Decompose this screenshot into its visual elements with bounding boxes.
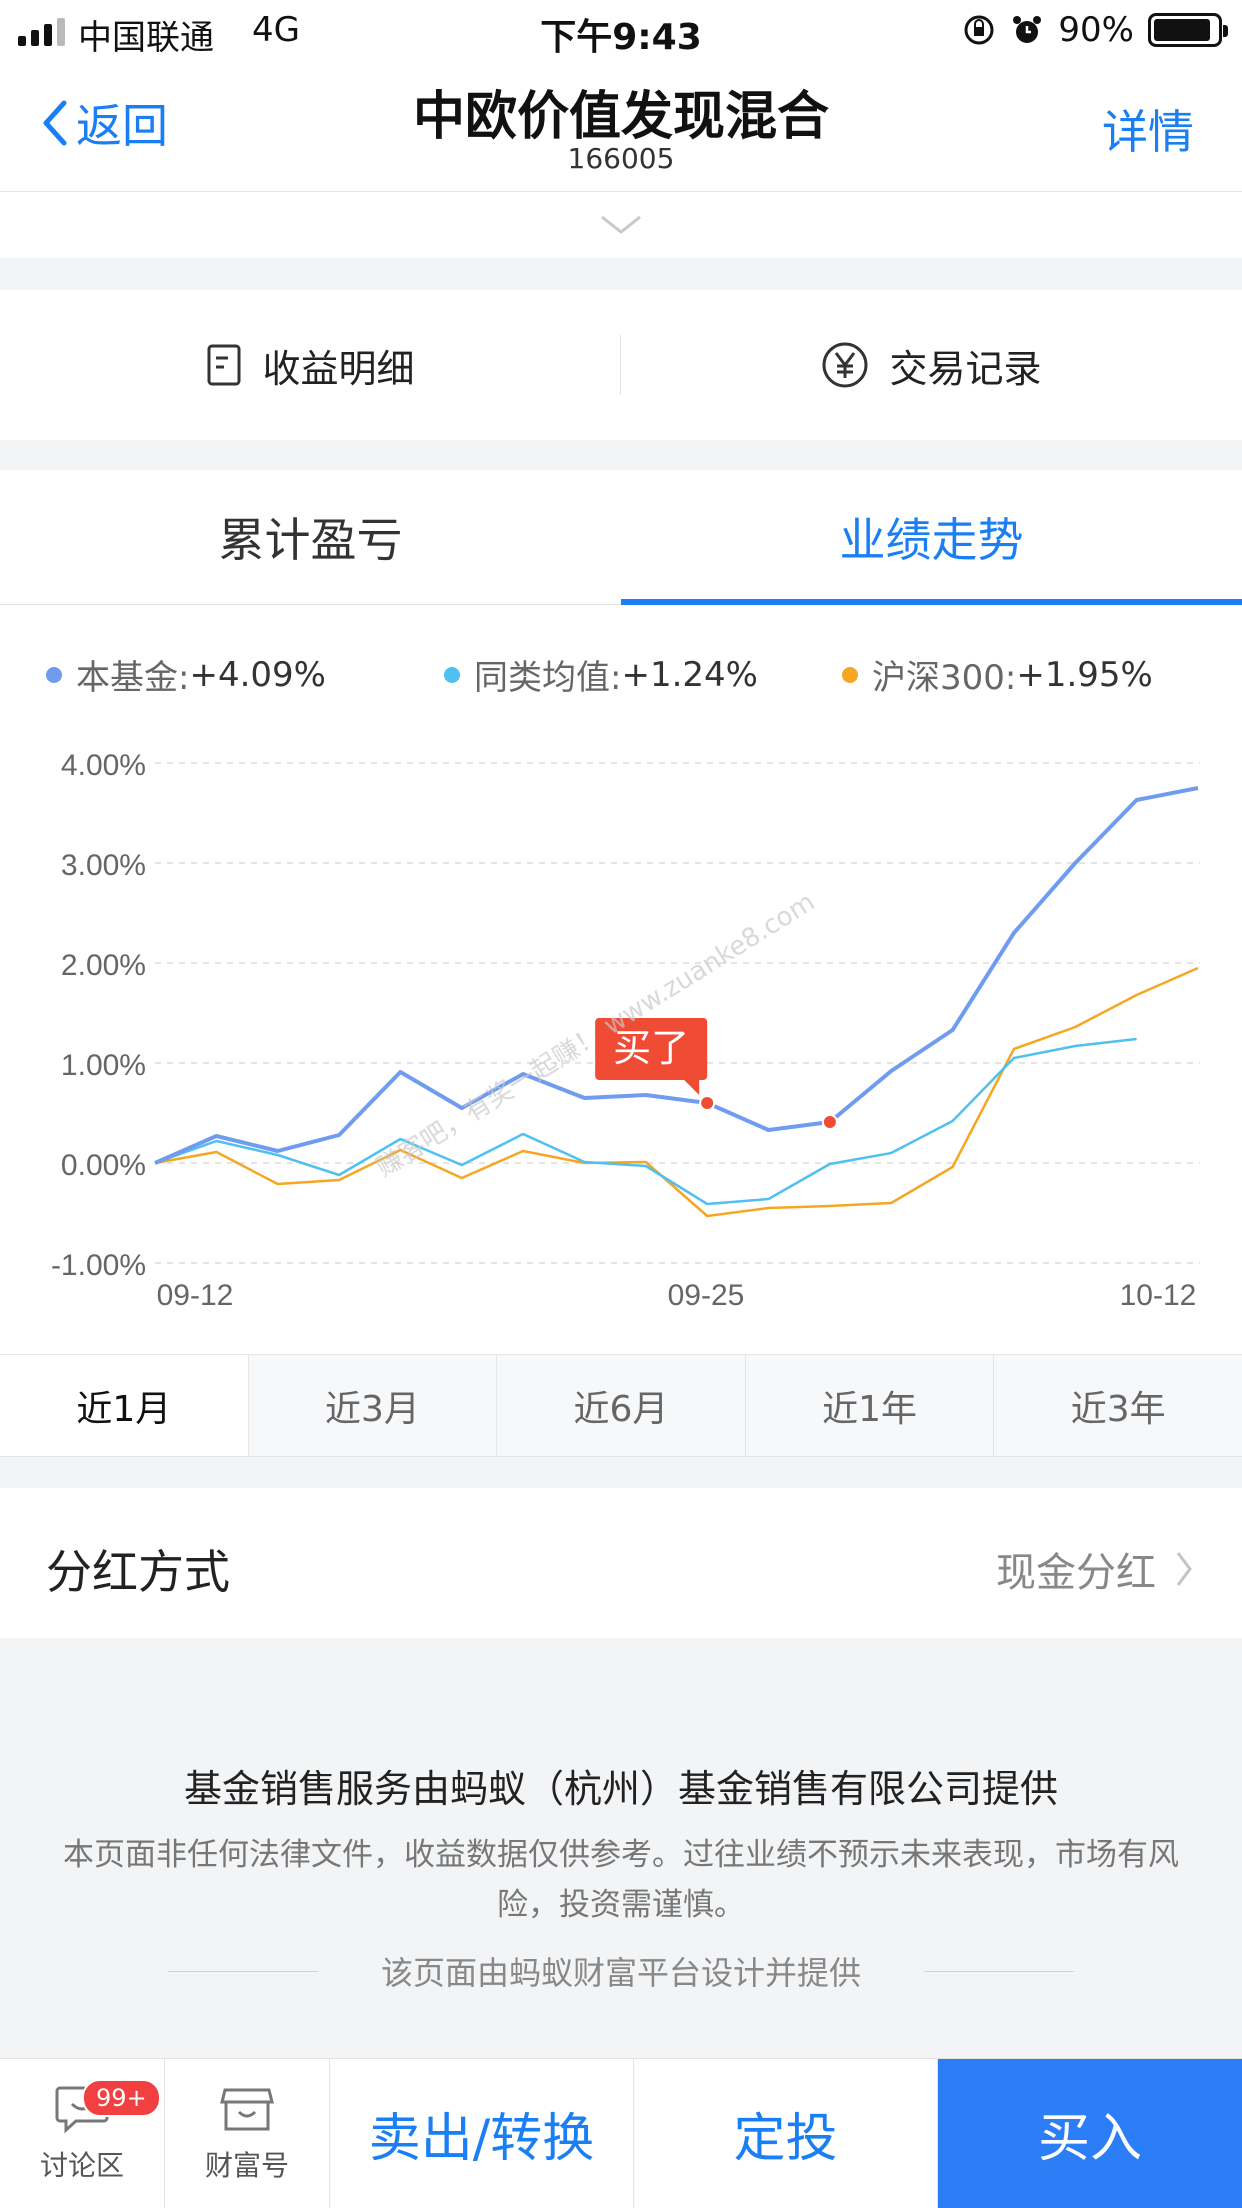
period-3m[interactable]: 近3月 bbox=[247, 1355, 497, 1456]
section-gap bbox=[0, 1457, 1242, 1488]
period-1y[interactable]: 近1年 bbox=[744, 1355, 994, 1456]
provider-text: 基金销售服务由蚂蚁（杭州）基金销售有限公司提供 bbox=[183, 1767, 1058, 1811]
legend-item: 同类均值: +1.24% bbox=[444, 650, 758, 699]
discuss-label: 讨论区 bbox=[39, 2148, 124, 2182]
y-tick-label: 1.00% bbox=[61, 1049, 146, 1082]
legend-value: +1.24% bbox=[621, 654, 758, 695]
tab-performance[interactable]: 业绩走势 bbox=[621, 470, 1242, 605]
y-tick-label: 4.00% bbox=[61, 749, 146, 782]
status-bar: 中国联通 4G 下午9:43 90% bbox=[0, 0, 1242, 62]
discuss-button[interactable]: 讨论区 99+ bbox=[0, 2059, 165, 2208]
page-title: 中欧价值发现混合 bbox=[412, 87, 829, 147]
divider-line bbox=[924, 1971, 1074, 1972]
legend-name: 沪深300: bbox=[872, 658, 1017, 698]
store-icon bbox=[220, 2088, 274, 2130]
legend-item: 沪深300: +1.95% bbox=[842, 650, 1153, 699]
footer: 基金销售服务由蚂蚁（杭州）基金销售有限公司提供 本页面非任何法律文件，收益数据仅… bbox=[0, 1638, 1242, 2058]
series-line bbox=[154, 966, 1199, 1218]
alarm-icon bbox=[1013, 16, 1042, 43]
action-row: 收益明细 交易记录 bbox=[0, 290, 1242, 440]
notification-badge: 99+ bbox=[82, 2079, 161, 2117]
battery-icon bbox=[1148, 13, 1228, 47]
y-tick-label: -1.00% bbox=[51, 1249, 146, 1282]
detail-button[interactable]: 详情 bbox=[1102, 96, 1194, 162]
x-tick-label: 10-12 bbox=[1120, 1279, 1197, 1312]
legend-value: +4.09% bbox=[189, 654, 326, 695]
section-gap bbox=[0, 440, 1242, 470]
period-6m[interactable]: 近6月 bbox=[496, 1355, 745, 1456]
period-1m[interactable]: 近1月 bbox=[0, 1355, 248, 1456]
document-icon bbox=[207, 344, 241, 386]
y-tick-label: 3.00% bbox=[61, 849, 146, 882]
rotation-lock-icon bbox=[964, 15, 994, 45]
sell-button[interactable]: 卖出/转换 bbox=[330, 2059, 634, 2208]
nav-bar: 返回 中欧价值发现混合 166005 详情 bbox=[0, 62, 1242, 192]
trade-record-button[interactable]: 交易记录 bbox=[621, 290, 1242, 440]
buy-button[interactable]: 买入 bbox=[938, 2059, 1242, 2208]
wealth-button[interactable]: 财富号 bbox=[165, 2059, 330, 2208]
period-tabs: 近1月 近3月 近6月 近1年 近3年 bbox=[0, 1354, 1242, 1457]
chevron-right-icon bbox=[1176, 1552, 1192, 1586]
watermark: 赚客吧，有奖一起赚！ www.zuanke8.com bbox=[371, 887, 820, 1183]
chart-tabs: 累计盈亏 业绩走势 bbox=[0, 470, 1242, 605]
x-tick-label: 09-25 bbox=[668, 1279, 745, 1312]
yen-icon bbox=[822, 342, 868, 388]
wealth-label: 财富号 bbox=[204, 2148, 289, 2182]
fixed-investment-button[interactable]: 定投 bbox=[634, 2059, 938, 2208]
battery-percent: 90% bbox=[1058, 10, 1134, 50]
annotation-pointer bbox=[683, 1079, 700, 1095]
trade-marker bbox=[699, 1095, 716, 1111]
dividend-row[interactable]: 分红方式 现金分红 bbox=[0, 1488, 1242, 1638]
tab-cumulative[interactable]: 累计盈亏 bbox=[0, 470, 621, 604]
expand-toggle[interactable] bbox=[0, 192, 1242, 258]
chevron-down-icon bbox=[601, 215, 641, 234]
dividend-value: 现金分红 bbox=[996, 1550, 1156, 1596]
legend-item: 本基金: +4.09% bbox=[46, 650, 326, 699]
dividend-label: 分红方式 bbox=[46, 1545, 230, 1599]
fund-code: 166005 bbox=[567, 142, 675, 175]
legend-dot bbox=[46, 666, 62, 683]
legend-name: 本基金: bbox=[76, 658, 190, 698]
income-detail-label: 收益明细 bbox=[262, 346, 415, 391]
section-gap bbox=[0, 258, 1242, 290]
action-divider bbox=[620, 335, 621, 395]
legend-dot bbox=[842, 666, 858, 683]
income-detail-button[interactable]: 收益明细 bbox=[0, 290, 621, 440]
legend-value: +1.95% bbox=[1016, 654, 1153, 695]
x-tick-label: 09-12 bbox=[157, 1279, 234, 1312]
y-tick-label: 2.00% bbox=[61, 949, 146, 982]
chart-legend: 本基金: +4.09% 同类均值: +1.24% 沪深300: +1.95% bbox=[0, 650, 1242, 700]
performance-chart: 4.00% 3.00% 2.00% 1.00% 0.00% -1.00% 09-12 09-2… bbox=[51, 749, 1200, 1312]
period-3y[interactable]: 近3年 bbox=[993, 1355, 1242, 1456]
legend-dot bbox=[444, 666, 460, 683]
trade-marker bbox=[821, 1114, 838, 1130]
y-tick-label: 0.00% bbox=[61, 1149, 146, 1182]
bottom-bar: 讨论区 99+ 财富号 卖出/转换 定投 买入 bbox=[0, 2058, 1242, 2208]
legend-name: 同类均值: bbox=[474, 658, 622, 698]
trade-record-label: 交易记录 bbox=[889, 346, 1042, 391]
disclaimer-text: 本页面非任何法律文件，收益数据仅供参考。过往业绩不预示未来表现，市场有风险，投资… bbox=[63, 1837, 1179, 1923]
